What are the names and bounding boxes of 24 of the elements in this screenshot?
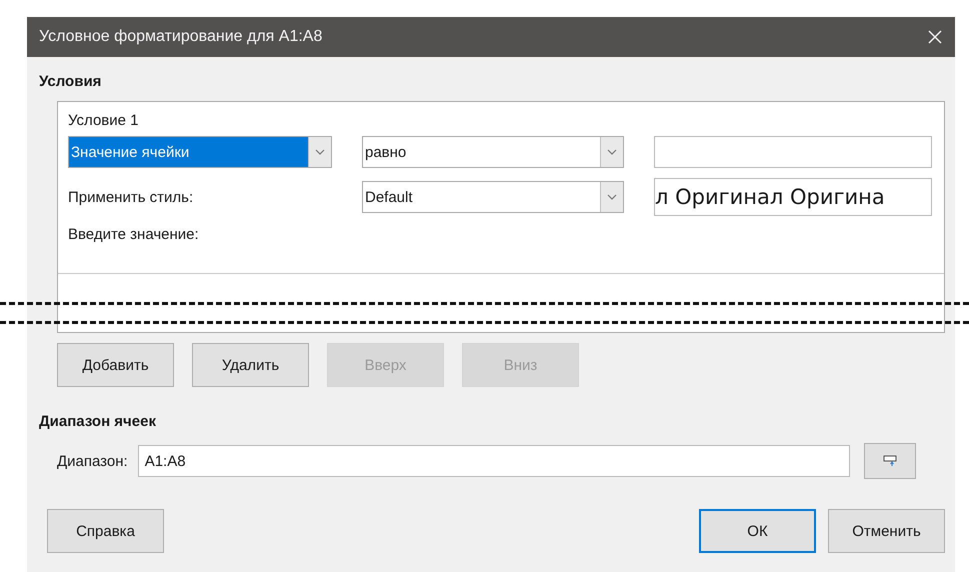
value-field[interactable] [654, 136, 932, 168]
caret-icon [315, 149, 325, 155]
dialog-button[interactable]: ОК [699, 509, 816, 553]
caret-icon [607, 149, 617, 155]
dropdown[interactable]: равно [362, 136, 624, 168]
shrink-button[interactable] [864, 443, 916, 479]
dropdown[interactable]: Значение ячейки [68, 136, 332, 168]
dialog-button[interactable]: Отменить [828, 509, 945, 553]
condition-label: Условие 1 [68, 112, 138, 129]
caret-icon [607, 194, 617, 200]
value-label: Введите значение: [68, 226, 200, 243]
section-heading: Условия [39, 73, 102, 92]
shrink-icon [882, 455, 897, 467]
list-button[interactable]: Добавить [57, 343, 174, 387]
style-label: Применить стиль: [68, 188, 194, 206]
style-preview: л Оригинал Оригина [654, 178, 932, 216]
close-icon[interactable] [927, 29, 943, 45]
dropdown[interactable]: Default [362, 181, 624, 213]
range-field[interactable]: A1:A8 [138, 445, 850, 477]
list-button[interactable]: Удалить [192, 343, 309, 387]
range-label: Диапазон: [57, 452, 128, 470]
window-title: Условное форматирование для A1:A8 [39, 28, 322, 46]
section-heading: Диапазон ячеек [39, 413, 157, 432]
dialog-button[interactable]: Справка [47, 509, 164, 553]
